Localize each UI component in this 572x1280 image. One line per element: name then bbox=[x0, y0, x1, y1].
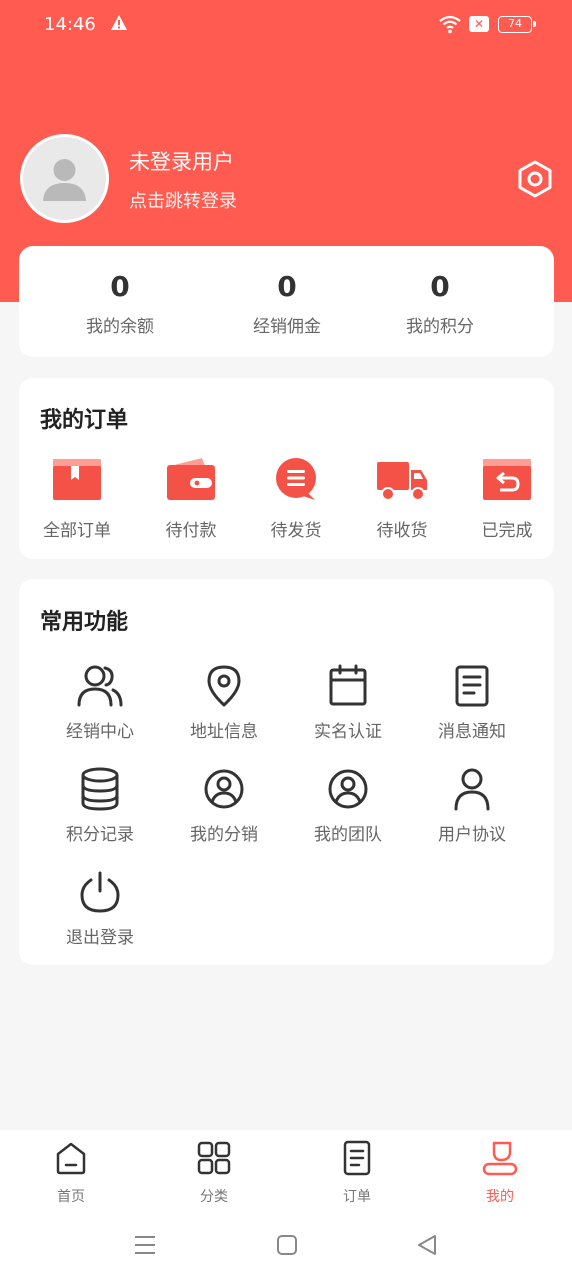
func-label: 退出登录 bbox=[66, 928, 134, 948]
sim-off-icon: ✕ bbox=[469, 16, 489, 32]
order-label: 待收货 bbox=[376, 521, 428, 541]
tab-label: 首页 bbox=[57, 1189, 85, 1205]
calendar-icon bbox=[329, 664, 367, 706]
stat-value: 0 bbox=[430, 270, 450, 303]
func-notifications[interactable]: 消息通知 bbox=[417, 661, 527, 742]
func-label: 经销中心 bbox=[66, 722, 134, 742]
func-address[interactable]: 地址信息 bbox=[169, 661, 279, 742]
status-time: 14:46 bbox=[44, 14, 96, 35]
tab-home[interactable]: 首页 bbox=[31, 1140, 111, 1206]
orders-title: 我的订单 bbox=[40, 408, 129, 433]
functions-card: 常用功能 经销中心 地址信息 实名认证 消息通知 积分记录 我的分销 我的团队 … bbox=[19, 579, 554, 965]
order-completed[interactable]: 已完成 bbox=[461, 456, 553, 541]
warning-icon bbox=[111, 15, 127, 30]
document-icon bbox=[455, 665, 489, 707]
wifi-icon bbox=[439, 15, 461, 34]
order-pending-shipment[interactable]: 待发货 bbox=[250, 456, 342, 541]
return-box-icon bbox=[483, 459, 531, 500]
tab-label: 分类 bbox=[200, 1189, 228, 1205]
wallet-icon bbox=[167, 458, 215, 500]
stat-value: 0 bbox=[277, 270, 297, 303]
user-name[interactable]: 未登录用户 bbox=[129, 146, 234, 176]
order-label: 待付款 bbox=[165, 521, 217, 541]
func-label: 消息通知 bbox=[438, 722, 506, 742]
func-user-agreement[interactable]: 用户协议 bbox=[417, 764, 527, 845]
func-label: 积分记录 bbox=[66, 825, 134, 845]
func-distribution-center[interactable]: 经销中心 bbox=[45, 661, 155, 742]
stat-label: 我的余额 bbox=[86, 317, 154, 337]
stat-balance[interactable]: 0 我的余额 bbox=[50, 268, 190, 337]
avatar[interactable] bbox=[20, 134, 109, 223]
tab-label: 我的 bbox=[486, 1189, 514, 1205]
order-label: 全部订单 bbox=[43, 521, 111, 541]
back-icon[interactable] bbox=[416, 1234, 438, 1256]
system-nav-bar bbox=[0, 1214, 572, 1280]
order-pending-receipt[interactable]: 待收货 bbox=[356, 456, 448, 541]
user-icon bbox=[454, 768, 490, 811]
order-label: 待发货 bbox=[270, 521, 322, 541]
stats-card: 0 我的余额 0 经销佣金 0 我的积分 bbox=[19, 246, 554, 357]
order-all[interactable]: 全部订单 bbox=[31, 456, 123, 541]
func-logout[interactable]: 退出登录 bbox=[45, 867, 155, 948]
func-label: 我的分销 bbox=[190, 825, 258, 845]
tab-bar: 首页 分类 订单 我的 bbox=[0, 1130, 572, 1214]
func-label: 我的团队 bbox=[314, 825, 382, 845]
stat-label: 经销佣金 bbox=[253, 317, 321, 337]
order-icon bbox=[343, 1140, 371, 1176]
order-pending-payment[interactable]: 待付款 bbox=[145, 456, 237, 541]
home-square-icon[interactable] bbox=[276, 1234, 298, 1256]
func-label: 用户协议 bbox=[438, 825, 506, 845]
func-verification[interactable]: 实名认证 bbox=[293, 661, 403, 742]
team-circle-icon bbox=[328, 769, 368, 809]
location-icon bbox=[207, 665, 241, 707]
coins-icon bbox=[81, 767, 119, 811]
users-icon bbox=[77, 665, 123, 707]
profile-icon bbox=[482, 1141, 518, 1176]
menu-icon[interactable] bbox=[134, 1234, 156, 1256]
box-icon bbox=[53, 459, 101, 500]
settings-icon[interactable] bbox=[514, 158, 556, 200]
status-bar: 14:46 ✕ 74 bbox=[0, 0, 572, 52]
home-icon bbox=[56, 1142, 86, 1175]
tab-orders[interactable]: 订单 bbox=[317, 1140, 397, 1206]
func-label: 地址信息 bbox=[190, 722, 258, 742]
battery-icon: 74 bbox=[498, 16, 536, 33]
grid-icon bbox=[197, 1141, 231, 1175]
stat-value: 0 bbox=[110, 270, 130, 303]
stat-commission[interactable]: 0 经销佣金 bbox=[217, 268, 357, 337]
login-link[interactable]: 点击跳转登录 bbox=[129, 187, 237, 213]
stat-points[interactable]: 0 我的积分 bbox=[370, 268, 510, 337]
avatar-placeholder-icon bbox=[43, 159, 86, 201]
orders-card: 我的订单 全部订单 待付款 待发货 待收货 已完成 bbox=[19, 378, 554, 559]
tab-label: 订单 bbox=[343, 1189, 371, 1205]
tab-category[interactable]: 分类 bbox=[174, 1140, 254, 1206]
func-my-team[interactable]: 我的团队 bbox=[293, 764, 403, 845]
func-my-distribution[interactable]: 我的分销 bbox=[169, 764, 279, 845]
stat-label: 我的积分 bbox=[406, 317, 474, 337]
user-circle-icon bbox=[204, 769, 244, 809]
message-icon bbox=[276, 458, 316, 500]
functions-title: 常用功能 bbox=[40, 610, 129, 635]
func-points-record[interactable]: 积分记录 bbox=[45, 764, 155, 845]
power-icon bbox=[80, 871, 120, 913]
tab-mine[interactable]: 我的 bbox=[460, 1140, 540, 1206]
truck-icon bbox=[377, 462, 427, 501]
func-label: 实名认证 bbox=[314, 722, 382, 742]
order-label: 已完成 bbox=[481, 521, 533, 541]
